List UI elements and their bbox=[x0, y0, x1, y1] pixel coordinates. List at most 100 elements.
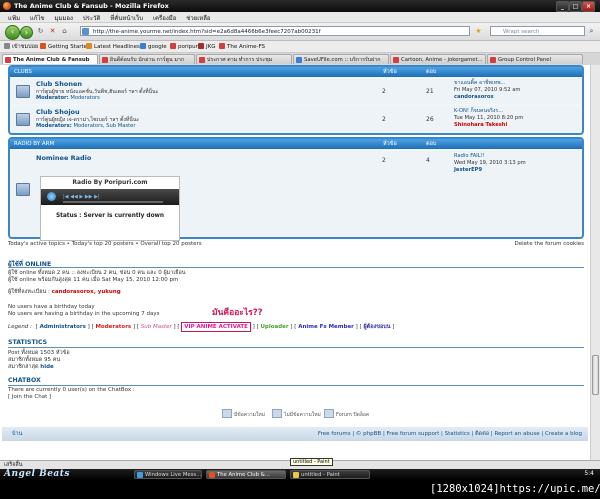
stop-button[interactable]: ✕ bbox=[48, 27, 57, 36]
forum-topics-count: 2 bbox=[382, 88, 386, 95]
legend-anime-fs-member[interactable]: Anime Fs Member bbox=[298, 324, 354, 330]
menu-help[interactable]: ช่วยเหลือ bbox=[186, 13, 210, 23]
task-windows-live-messenger[interactable]: Windows Live Mess... bbox=[134, 470, 202, 479]
clubs-panel-header: CLUBS หัวข้อ ตอบ bbox=[10, 67, 582, 77]
forum-footer: บ้าน Free forums | © phpBB | Free forum … bbox=[2, 427, 588, 441]
navigation-toolbar: ‹ › ↻ ✕ ⌂ http://the-anime.yourme.net/in… bbox=[0, 23, 600, 41]
bookmark-star-icon[interactable]: ★ bbox=[474, 27, 483, 36]
window-title: The Anime Club & Fansub - Mozilla Firefo… bbox=[14, 2, 169, 10]
forum-topics-count: 2 bbox=[382, 116, 386, 123]
bookmark-most-visited[interactable]: เข้าชมบ่อย bbox=[4, 43, 38, 51]
panel-title: RADIO BY ARM bbox=[14, 141, 55, 147]
radio-panel: RADIO BY ARM หัวข้อ ตอบ Nominee Radio Ra… bbox=[8, 137, 584, 241]
vertical-scrollbar[interactable] bbox=[590, 65, 600, 460]
user-group-legend: Legend : [ Administrators ] [ Moderators… bbox=[8, 322, 395, 332]
forum-posts-count: 21 bbox=[426, 88, 434, 95]
tab-jokergame[interactable]: Cartoon, Anime - jokergamet... bbox=[390, 54, 486, 64]
url-input[interactable]: http://the-anime.yourme.net/index.htm?si… bbox=[80, 26, 470, 36]
tab-cartoon-reader[interactable]: ยินดีต้อนรับ นักอ่าน การ์ตูน มาก bbox=[99, 54, 195, 64]
forum-title-link[interactable]: Club Shonen bbox=[36, 80, 82, 88]
legend-sub-master[interactable]: Sub Master bbox=[141, 324, 172, 330]
home-button[interactable]: ⌂ bbox=[60, 27, 69, 36]
tab-favicon-icon bbox=[102, 57, 108, 63]
legend-vip-anime-activate[interactable]: VIP ANIME ACTIVATE bbox=[181, 322, 251, 332]
birthday-upcoming: No users are having a birthday in the up… bbox=[8, 311, 160, 317]
tab-favicon-icon bbox=[199, 57, 205, 63]
top-posters-links[interactable]: Today's active topics • Today's top 20 p… bbox=[8, 241, 202, 247]
bookmarks-toolbar: เข้าชมบ่อย Getting Started Latest Headli… bbox=[0, 41, 600, 53]
maximize-button[interactable]: □ bbox=[569, 1, 582, 12]
scrollbar-thumb[interactable] bbox=[592, 355, 599, 395]
task-firefox[interactable]: The Anime Club &... bbox=[206, 470, 286, 479]
forum-row: Club Shonen การ์ตูนผู้ชาย หนังแอคชั่น,วั… bbox=[12, 79, 580, 104]
forum-moderators: Moderator: Moderators bbox=[36, 95, 100, 101]
minimize-button[interactable]: _ bbox=[556, 1, 569, 12]
legend-moderators[interactable]: Moderators bbox=[95, 324, 131, 330]
reload-button[interactable]: ↻ bbox=[36, 27, 45, 36]
forum-folder-icon bbox=[16, 113, 30, 126]
panel-title: CLUBS bbox=[14, 69, 32, 75]
menu-file[interactable]: แฟ้ม bbox=[8, 13, 20, 23]
handwritten-annotation: มันคืออะไร?? bbox=[212, 308, 263, 318]
tab-anime-club[interactable]: The Anime Club & Fansub bbox=[2, 54, 98, 64]
tab-announcement[interactable]: ประกาศ ตาม ทำการ ประชุม bbox=[196, 54, 292, 64]
bookmark-icon bbox=[170, 43, 176, 49]
forward-button[interactable]: › bbox=[20, 26, 33, 39]
last-post: ขาแอนติ๊ค อาชีพเทพ... Fri May 07, 2010 9… bbox=[454, 80, 521, 100]
menu-bookmarks[interactable]: ที่คั่นหน้าเว็บ bbox=[110, 13, 143, 23]
tab-saveufile[interactable]: SaveUFile.com :: บริการรับฝาก bbox=[293, 54, 389, 64]
delete-cookies-link[interactable]: Delete the forum cookies bbox=[515, 241, 584, 247]
tab-group-control-panel[interactable]: Group Control Panel bbox=[487, 54, 583, 64]
play-button[interactable] bbox=[47, 192, 56, 201]
search-input[interactable]: Wrapt search bbox=[490, 26, 585, 36]
tab-favicon-icon bbox=[296, 57, 302, 63]
forum-title-link[interactable]: Club Shojou bbox=[36, 108, 80, 116]
close-button[interactable]: × bbox=[582, 1, 595, 12]
menu-history[interactable]: ประวัติ bbox=[83, 13, 101, 23]
bookmark-latest-headlines[interactable]: Latest Headlines bbox=[86, 43, 140, 50]
bookmark-the-anime-fs[interactable]: The Anime-FS bbox=[219, 43, 265, 50]
rss-icon bbox=[86, 43, 92, 49]
legend-administrators[interactable]: Administrators bbox=[40, 324, 86, 330]
column-posts: ตอบ bbox=[426, 69, 437, 75]
bookmark-jkg[interactable]: JKG bbox=[198, 43, 216, 50]
column-posts: ตอบ bbox=[426, 141, 437, 147]
search-icon[interactable]: ⌕ bbox=[587, 27, 596, 36]
page-content: CLUBS หัวข้อ ตอบ Club Shonen การ์ตูนผู้ช… bbox=[0, 65, 590, 460]
firefox-icon bbox=[3, 2, 11, 10]
legend-restricted[interactable]: ผู้ต้องขอบน bbox=[363, 324, 390, 330]
player-controls: |◀ ◀◀ ▶ ▶▶ ▶| bbox=[41, 189, 179, 205]
birthday-today: No users have a birthday today bbox=[8, 304, 95, 310]
divider bbox=[8, 347, 584, 348]
last-post: K-ON! ก็จบคนจริงร... Tue May 11, 2010 8:… bbox=[454, 108, 524, 128]
task-paint[interactable]: untitled - Paint bbox=[290, 470, 370, 479]
menu-tools[interactable]: เครื่องมือ bbox=[153, 13, 176, 23]
taskbar-tooltip: untitled - Paint bbox=[290, 458, 333, 466]
icon-legend-new: มีข้อความใหม่ bbox=[222, 409, 265, 419]
statistics-header: STATISTICS bbox=[8, 339, 48, 346]
seek-bar[interactable] bbox=[63, 201, 163, 203]
menu-bar: แฟ้ม แก้ไข มุมมอง ประวัติ ที่คั่นหน้าเว็… bbox=[0, 12, 600, 23]
player-transport-controls[interactable]: |◀ ◀◀ ▶ ▶▶ ▶| bbox=[63, 194, 100, 200]
tab-favicon-icon bbox=[490, 57, 496, 63]
window-titlebar[interactable]: The Anime Club & Fansub - Mozilla Firefo… bbox=[0, 0, 600, 12]
player-status: Status : Server is currently down bbox=[55, 213, 165, 219]
legend-uploader[interactable]: Uploader bbox=[260, 324, 288, 330]
bookmark-google[interactable]: google bbox=[140, 43, 167, 50]
back-button[interactable]: ‹ bbox=[5, 25, 20, 40]
menu-edit[interactable]: แก้ไข bbox=[30, 13, 45, 23]
footer-links[interactable]: Free forums | © phpBB | Free forum suppo… bbox=[318, 427, 582, 441]
bookmark-icon bbox=[198, 43, 204, 49]
forum-title-link[interactable]: Nominee Radio bbox=[36, 154, 91, 162]
radio-player: Radio By Poripuri.com |◀ ◀◀ ▶ ▶▶ ▶| Stat… bbox=[40, 176, 180, 241]
bookmark-getting-started[interactable]: Getting Started bbox=[40, 43, 91, 50]
icon-legend-no-new: ไม่มีข้อความใหม่ bbox=[272, 409, 321, 419]
menu-view[interactable]: มุมมอง bbox=[55, 13, 73, 23]
divider bbox=[8, 385, 584, 386]
upload-watermark: [1280x1024]https://upic.me/ bbox=[430, 480, 600, 499]
home-link[interactable]: บ้าน bbox=[12, 431, 22, 437]
taskbar-brand[interactable]: Angel Beats bbox=[4, 469, 70, 479]
bookmark-poripuri[interactable]: poripuri bbox=[170, 43, 199, 50]
join-chat-link[interactable]: [ Join the Chat ] bbox=[8, 394, 51, 400]
chatbox-header: CHATBOX bbox=[8, 377, 41, 384]
